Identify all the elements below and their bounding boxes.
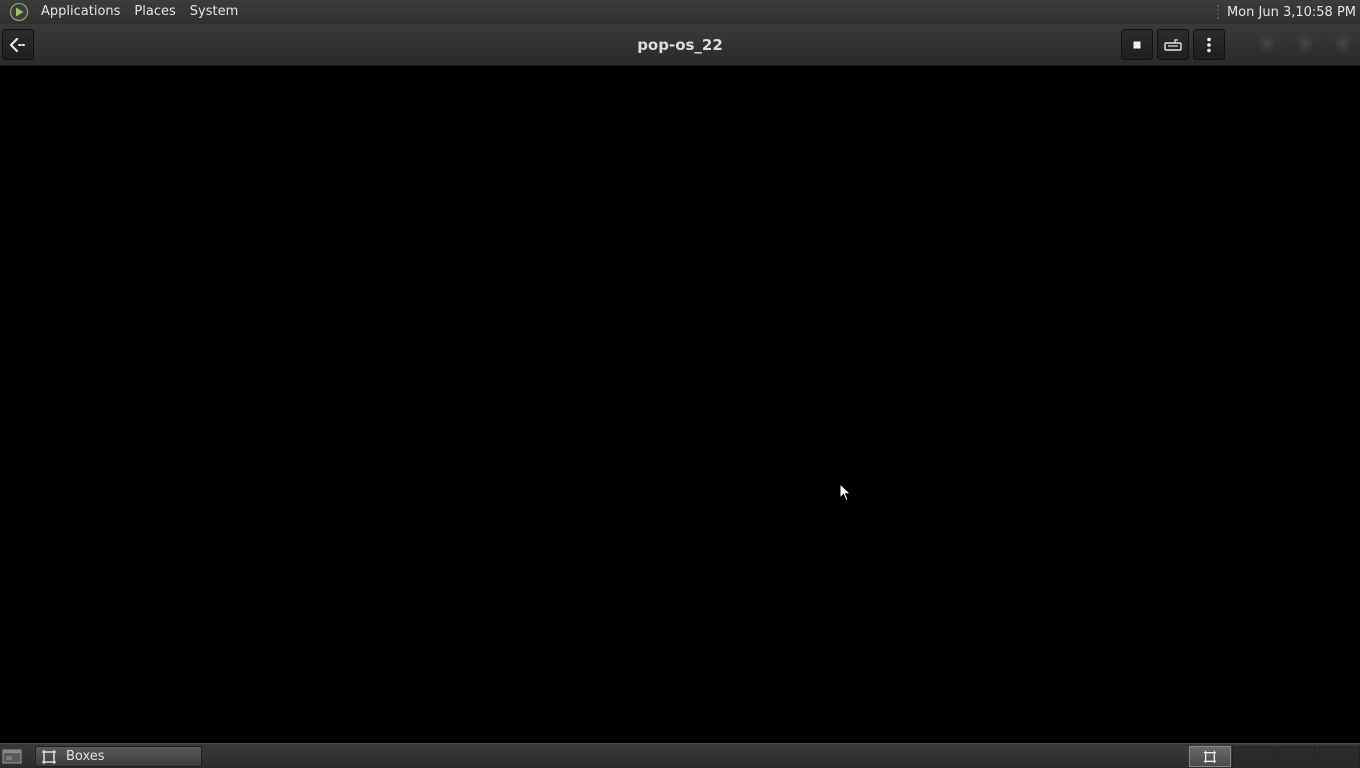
bottom-panel: Boxes	[0, 743, 1360, 768]
workspace-1[interactable]	[1189, 746, 1231, 767]
panel-handle[interactable]	[1216, 4, 1219, 20]
workspace-4[interactable]	[1318, 746, 1360, 767]
vm-display[interactable]	[0, 66, 1360, 743]
system-menu[interactable]: System	[183, 0, 245, 24]
vertical-dots-icon	[1207, 37, 1211, 52]
applications-menu[interactable]: Applications	[34, 0, 127, 24]
send-keys-button[interactable]	[1121, 29, 1153, 60]
boxes-headerbar: pop-os_22	[0, 24, 1360, 66]
mouse-pointer-icon	[839, 483, 852, 502]
top-panel: Applications Places System Mon Jun 3,10:…	[0, 0, 1360, 24]
window-title: pop-os_22	[637, 36, 723, 54]
taskbar-item-label: Boxes	[66, 749, 105, 764]
keyboard-icon	[1164, 38, 1182, 51]
boxes-app-icon	[42, 749, 56, 764]
clock[interactable]: Mon Jun 3,10:58 PM	[1227, 5, 1356, 20]
boxes-app-icon	[1203, 750, 1217, 763]
places-menu[interactable]: Places	[127, 0, 182, 24]
keyboard-button[interactable]	[1157, 29, 1189, 60]
taskbar-item-boxes[interactable]: Boxes	[35, 746, 202, 767]
minimize-window-button[interactable]	[1257, 35, 1277, 55]
close-window-button[interactable]	[1333, 35, 1353, 55]
distro-logo-icon[interactable]	[9, 2, 29, 22]
workspace-2[interactable]	[1232, 746, 1274, 767]
show-desktop-icon[interactable]	[2, 747, 22, 765]
workspace-3[interactable]	[1275, 746, 1317, 767]
stop-square-icon	[1133, 41, 1141, 48]
maximize-window-button[interactable]	[1295, 35, 1315, 55]
menu-button[interactable]	[1193, 29, 1225, 60]
